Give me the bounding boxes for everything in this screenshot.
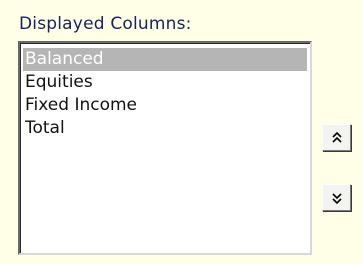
list-item-fixed-income[interactable]: Fixed Income (23, 94, 307, 117)
displayed-columns-listbox[interactable]: Balanced Equities Fixed Income Total (18, 41, 312, 255)
list-item-balanced[interactable]: Balanced (23, 48, 307, 71)
double-chevron-up-icon (331, 131, 342, 143)
list-item-equities[interactable]: Equities (23, 71, 307, 94)
displayed-columns-list: Balanced Equities Fixed Income Total (23, 48, 307, 140)
double-chevron-down-icon (331, 192, 342, 204)
list-item-total[interactable]: Total (23, 117, 307, 140)
displayed-columns-label: Displayed Columns: (19, 14, 192, 34)
move-up-button[interactable] (322, 124, 351, 151)
move-down-button[interactable] (322, 184, 351, 211)
displayed-columns-panel: Displayed Columns: Balanced Equities Fix… (0, 0, 362, 264)
